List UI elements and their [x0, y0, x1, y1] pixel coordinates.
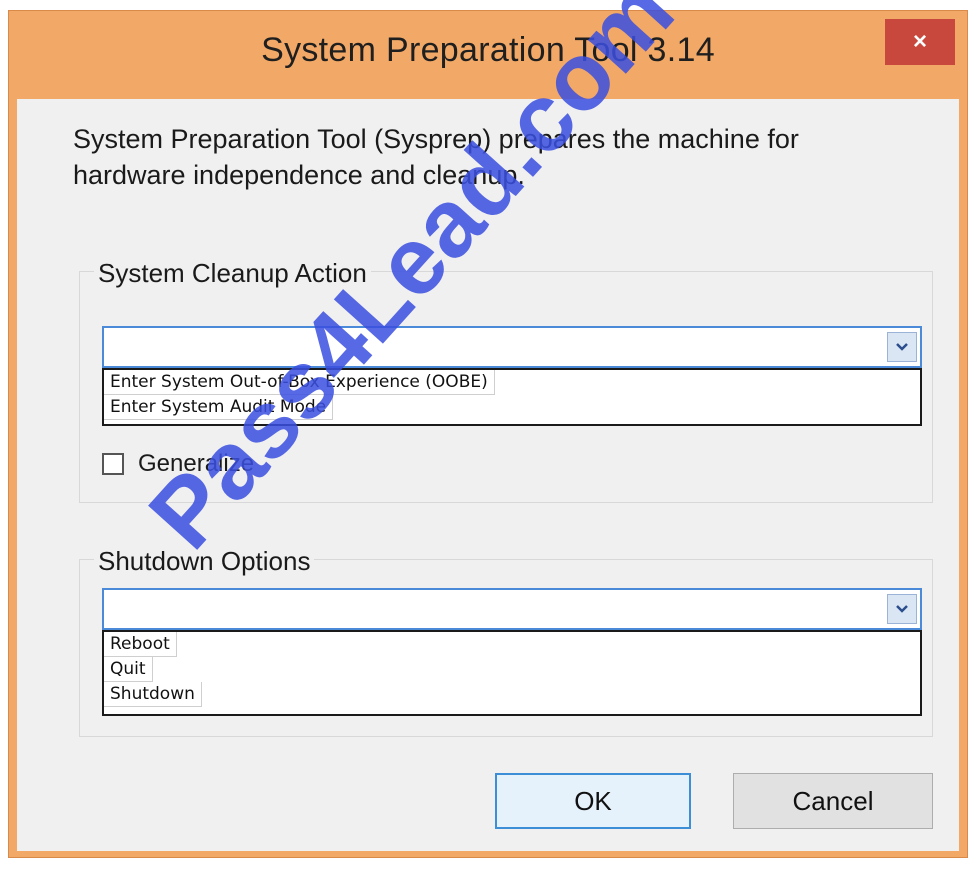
- shutdown-options-combobox[interactable]: [102, 588, 922, 630]
- shutdown-options-group: Shutdown Options Reboot Quit Shutdown: [79, 546, 933, 737]
- generalize-checkbox[interactable]: [102, 453, 124, 475]
- close-button[interactable]: ×: [885, 19, 955, 65]
- option-audit-mode[interactable]: Enter System Audit Mode: [104, 395, 334, 420]
- cleanup-action-label: System Cleanup Action: [94, 258, 371, 289]
- cleanup-options-list: Enter System Out-of-Box Experience (OOBE…: [102, 368, 922, 426]
- chevron-down-icon: [896, 605, 908, 613]
- cleanup-dropdown-button[interactable]: [887, 332, 917, 362]
- title-bar[interactable]: System Preparation Tool 3.14 ×: [9, 11, 967, 99]
- shutdown-options-label: Shutdown Options: [94, 546, 315, 577]
- description-text: System Preparation Tool (Sysprep) prepar…: [73, 124, 799, 190]
- chevron-down-icon: [896, 343, 908, 351]
- shutdown-dropdown-button[interactable]: [887, 594, 917, 624]
- option-reboot[interactable]: Reboot: [104, 632, 177, 657]
- cleanup-action-combobox[interactable]: [102, 326, 922, 368]
- sysprep-window: System Preparation Tool 3.14 × System Pr…: [8, 10, 968, 858]
- close-icon: ×: [912, 28, 927, 55]
- option-quit[interactable]: Quit: [104, 657, 153, 682]
- dialog-client-area: System Preparation Tool (Sysprep) prepar…: [17, 99, 959, 851]
- ok-button[interactable]: OK: [495, 773, 691, 829]
- generalize-label: Generalize: [138, 450, 255, 477]
- option-shutdown[interactable]: Shutdown: [104, 682, 202, 707]
- window-title: System Preparation Tool 3.14: [261, 31, 715, 69]
- generalize-checkbox-row[interactable]: Generalize: [102, 450, 254, 478]
- cleanup-action-group: System Cleanup Action Enter System Out-o…: [79, 258, 933, 503]
- option-oobe[interactable]: Enter System Out-of-Box Experience (OOBE…: [104, 370, 495, 395]
- cancel-button[interactable]: Cancel: [733, 773, 933, 829]
- shutdown-options-list: Reboot Quit Shutdown: [102, 630, 922, 716]
